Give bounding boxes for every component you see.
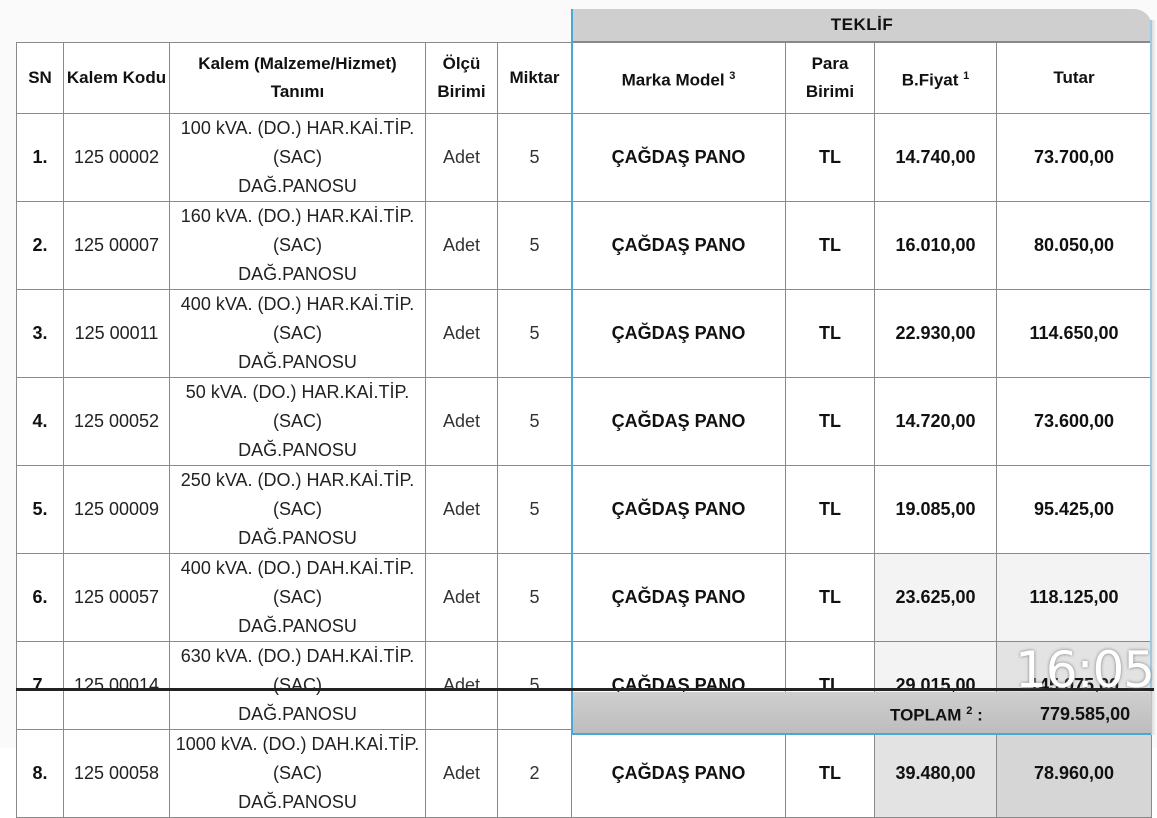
cell-brand: ÇAĞDAŞ PANO <box>571 201 786 290</box>
cell-code: 125 00009 <box>63 465 170 554</box>
cell-brand: ÇAĞDAŞ PANO <box>571 465 786 554</box>
table-row: 6. 125 00057 400 kVA. (DO.) DAH.KAİ.TİP.… <box>16 553 1152 642</box>
cell-price: 14.720,00 <box>874 377 997 466</box>
cell-brand: ÇAĞDAŞ PANO <box>571 553 786 642</box>
cell-qty: 5 <box>497 641 572 730</box>
cell-qty: 5 <box>497 465 572 554</box>
cell-brand: ÇAĞDAŞ PANO <box>571 113 786 202</box>
page-edge-shadow <box>1152 20 1157 735</box>
cell-brand: ÇAĞDAŞ PANO <box>571 289 786 378</box>
header-brand: Marka Model 3 <box>571 42 786 114</box>
cell-description: 100 kVA. (DO.) HAR.KAİ.TİP. (SAC) DAĞ.PAN… <box>169 113 426 202</box>
header-total: Tutar <box>996 42 1152 114</box>
cell-sn: 5. <box>16 465 64 554</box>
table-row: 1. 125 00002 100 kVA. (DO.) HAR.KAİ.TİP.… <box>16 113 1152 202</box>
cell-total: 80.050,00 <box>996 201 1152 290</box>
cell-sn: 1. <box>16 113 64 202</box>
header-currency: Para Birimi <box>785 42 875 114</box>
offer-header-label: TEKLİF <box>830 15 894 34</box>
cell-qty: 5 <box>497 289 572 378</box>
cell-code: 125 00007 <box>63 201 170 290</box>
cell-unit: Adet <box>425 113 498 202</box>
cell-qty: 5 <box>497 553 572 642</box>
cell-sn: 6. <box>16 553 64 642</box>
offer-section-left-border <box>571 9 575 735</box>
document-page: TEKLİF SN Kalem Kodu Kalem (Malzeme/Hizm… <box>0 0 1157 818</box>
cell-total: 114.650,00 <box>996 289 1152 378</box>
cell-code: 125 00058 <box>63 729 170 818</box>
header-item: Kalem (Malzeme/Hizmet) Tanımı <box>169 42 426 114</box>
cell-unit: Adet <box>425 465 498 554</box>
cell-description: 250 kVA. (DO.) HAR.KAİ.TİP. (SAC) DAĞ.PAN… <box>169 465 426 554</box>
cell-sn: 2. <box>16 201 64 290</box>
cell-price: 23.625,00 <box>874 553 997 642</box>
cell-total: 73.600,00 <box>996 377 1152 466</box>
cell-unit: Adet <box>425 201 498 290</box>
cell-sn: 3. <box>16 289 64 378</box>
table-row: 8. 125 00058 1000 kVA. (DO.) DAH.KAİ.TİP… <box>16 729 1152 818</box>
cell-currency: TL <box>785 377 875 466</box>
cell-currency: TL <box>785 113 875 202</box>
cell-code: 125 00052 <box>63 377 170 466</box>
cell-total: 95.425,00 <box>996 465 1152 554</box>
cell-code: 125 00002 <box>63 113 170 202</box>
total-value: 779.585,00 <box>1040 704 1131 724</box>
cell-currency: TL <box>785 201 875 290</box>
time-overlay: 16:05 <box>1015 641 1155 699</box>
table-row: 3. 125 00011 400 kVA. (DO.) HAR.KAİ.TİP.… <box>16 289 1152 378</box>
cell-code: 125 00057 <box>63 553 170 642</box>
cell-price: 39.480,00 <box>874 729 997 818</box>
header-unit: Ölçü Birimi <box>425 42 498 114</box>
cell-currency: TL <box>785 729 875 818</box>
cell-unit: Adet <box>425 553 498 642</box>
cell-code: 125 00014 <box>63 641 170 730</box>
cell-qty: 5 <box>497 201 572 290</box>
cell-sn: 8. <box>16 729 64 818</box>
header-price: B.Fiyat 1 <box>874 42 997 114</box>
cell-qty: 5 <box>497 113 572 202</box>
cell-price: 14.740,00 <box>874 113 997 202</box>
cell-description: 160 kVA. (DO.) HAR.KAİ.TİP. (SAC) DAĞ.PAN… <box>169 201 426 290</box>
cell-sn: 7. <box>16 641 64 730</box>
cell-description: 400 kVA. (DO.) DAH.KAİ.TİP. (SAC) DAĞ.PAN… <box>169 553 426 642</box>
table-bottom-rule <box>16 688 1154 691</box>
cell-unit: Adet <box>425 289 498 378</box>
cell-total: 73.700,00 <box>996 113 1152 202</box>
cell-description: 630 kVA. (DO.) DAH.KAİ.TİP. (SAC) DAĞ.PAN… <box>169 641 426 730</box>
table-row: 2. 125 00007 160 kVA. (DO.) HAR.KAİ.TİP.… <box>16 201 1152 290</box>
cell-total: 118.125,00 <box>996 553 1152 642</box>
cell-price: 16.010,00 <box>874 201 997 290</box>
cell-code: 125 00011 <box>63 289 170 378</box>
header-sn: SN <box>16 42 64 114</box>
cell-qty: 2 <box>497 729 572 818</box>
cell-brand: ÇAĞDAŞ PANO <box>571 729 786 818</box>
table-header-row: SN Kalem Kodu Kalem (Malzeme/Hizmet) Tanı… <box>16 42 1152 114</box>
cell-description: 1000 kVA. (DO.) DAH.KAİ.TİP. (SAC) DAĞ.PA… <box>169 729 426 818</box>
table-row: 5. 125 00009 250 kVA. (DO.) HAR.KAİ.TİP.… <box>16 465 1152 554</box>
header-qty: Miktar <box>497 42 572 114</box>
cell-description: 400 kVA. (DO.) HAR.KAİ.TİP. (SAC) DAĞ.PAN… <box>169 289 426 378</box>
cell-total: 78.960,00 <box>996 729 1152 818</box>
cell-brand: ÇAĞDAŞ PANO <box>571 377 786 466</box>
cell-currency: TL <box>785 465 875 554</box>
cell-unit: Adet <box>425 641 498 730</box>
cell-price: 22.930,00 <box>874 289 997 378</box>
cell-unit: Adet <box>425 729 498 818</box>
cell-price: 19.085,00 <box>874 465 997 554</box>
cell-unit: Adet <box>425 377 498 466</box>
cell-description: 50 kVA. (DO.) HAR.KAİ.TİP. (SAC) DAĞ.PANO… <box>169 377 426 466</box>
cell-sn: 4. <box>16 377 64 466</box>
total-label: TOPLAM 2 : <box>890 705 983 725</box>
cell-currency: TL <box>785 289 875 378</box>
table-row: 4. 125 00052 50 kVA. (DO.) HAR.KAİ.TİP. … <box>16 377 1152 466</box>
offer-section-header: TEKLİF <box>572 9 1152 42</box>
header-code: Kalem Kodu <box>63 42 170 114</box>
cell-qty: 5 <box>497 377 572 466</box>
cell-currency: TL <box>785 553 875 642</box>
